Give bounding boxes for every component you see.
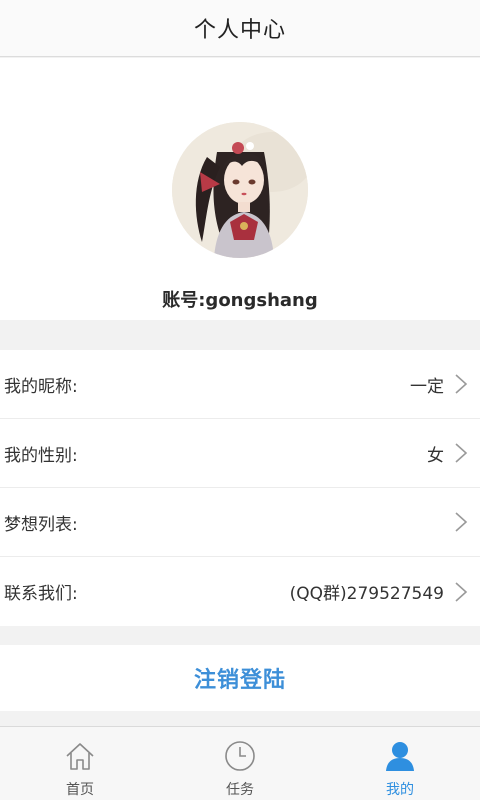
clock-icon [225, 741, 255, 771]
bottom-tab-bar: 首页 任务 我的 [0, 726, 480, 800]
home-icon [66, 743, 94, 770]
top-bar: 个人中心 [0, 0, 480, 57]
settings-list: 我的昵称: 一定 我的性别: 女 梦想列表: 联系我们: (QQ群)279527… [0, 350, 480, 626]
row-value: 一定 [410, 376, 444, 397]
person-icon [386, 742, 414, 771]
avatar-illustration [172, 122, 308, 258]
page-title: 个人中心 [193, 18, 286, 43]
row-label: 我的性别: [4, 445, 78, 466]
chevron-right-icon [455, 443, 468, 463]
tab-label: 首页 [66, 782, 94, 798]
tab-home[interactable]: 首页 [0, 727, 160, 800]
logout-button[interactable]: 注销登陆 [0, 645, 480, 711]
tab-label: 任务 [226, 782, 254, 798]
settings-row-contact[interactable]: 联系我们: (QQ群)279527549 [0, 557, 480, 626]
tab-tasks[interactable]: 任务 [160, 727, 320, 800]
settings-row-gender[interactable]: 我的性别: 女 [0, 419, 480, 488]
profile-section: 账号:gongshang [0, 58, 480, 320]
logout-label: 注销登陆 [193, 668, 286, 693]
row-label: 联系我们: [4, 584, 78, 604]
settings-row-nickname[interactable]: 我的昵称: 一定 [0, 350, 480, 419]
tab-mine[interactable]: 我的 [320, 727, 480, 800]
row-value: (QQ群)279527549 [289, 584, 444, 604]
chevron-right-icon [455, 374, 468, 394]
avatar[interactable] [172, 122, 308, 258]
settings-row-dream-list[interactable]: 梦想列表: [0, 488, 480, 557]
account-label: 账号:gongshang [162, 290, 318, 311]
tab-label: 我的 [386, 782, 414, 798]
chevron-right-icon [455, 581, 468, 602]
chevron-right-icon [455, 512, 468, 532]
row-value: 女 [427, 445, 444, 466]
row-label: 梦想列表: [4, 514, 78, 535]
app-screen: 个人中心 账号:gongshang 我的昵称: 一定 我的性别: 女 梦想列表:… [0, 0, 480, 800]
row-label: 我的昵称: [4, 376, 78, 397]
